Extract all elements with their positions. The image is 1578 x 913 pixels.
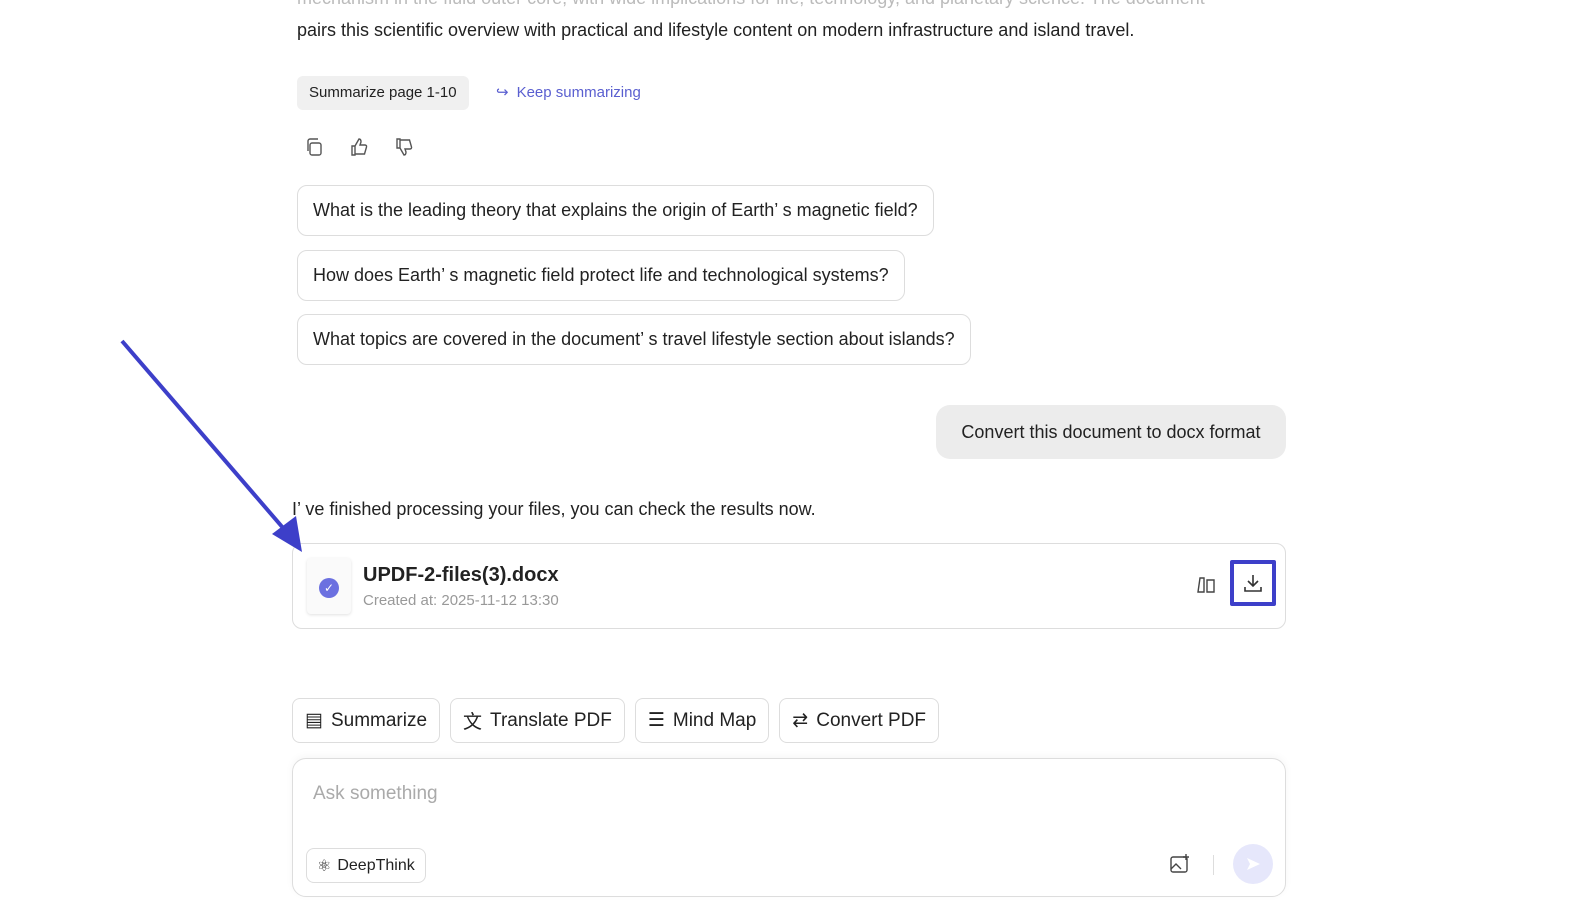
send-button[interactable] xyxy=(1233,844,1273,884)
tool-label: Mind Map xyxy=(673,710,756,732)
convert-icon: ⇄ xyxy=(792,709,808,732)
annotation-arrow xyxy=(0,0,400,600)
summary-text: pairs this scientific overview with prac… xyxy=(297,20,1134,41)
translate-icon: 文 xyxy=(463,707,482,734)
summary-text-faded: mechanism in the fluid outer core, with … xyxy=(297,0,1205,9)
redo-arrow-icon: ↪ xyxy=(496,76,509,110)
compare-icon[interactable] xyxy=(1195,574,1217,599)
download-button[interactable] xyxy=(1230,560,1276,606)
summarize-icon: ▤ xyxy=(305,709,323,732)
tool-label: Convert PDF xyxy=(816,710,926,732)
chat-input-placeholder[interactable]: Ask something xyxy=(313,783,438,805)
tool-label: Summarize xyxy=(331,710,427,732)
translate-pdf-button[interactable]: 文 Translate PDF xyxy=(450,698,625,743)
user-message: Convert this document to docx format xyxy=(936,405,1286,459)
send-icon xyxy=(1245,856,1261,872)
deepthink-toggle[interactable]: ⚛ DeepThink xyxy=(306,848,426,883)
file-result-card[interactable]: ✓ UPDF-2-files(3).docx Created at: 2025-… xyxy=(292,543,1286,629)
atom-icon: ⚛ xyxy=(317,856,331,876)
convert-pdf-button[interactable]: ⇄ Convert PDF xyxy=(779,698,939,743)
keep-summarizing-label: Keep summarizing xyxy=(517,76,641,110)
tool-label: Translate PDF xyxy=(490,710,612,732)
divider xyxy=(1213,855,1214,875)
mind-map-button[interactable]: ☰ Mind Map xyxy=(635,698,769,743)
image-upload-icon[interactable] xyxy=(1169,853,1191,880)
mind-map-icon: ☰ xyxy=(648,709,665,732)
deepthink-label: DeepThink xyxy=(337,857,414,875)
keep-summarizing-link[interactable]: ↪ Keep summarizing xyxy=(496,76,641,110)
download-icon xyxy=(1242,572,1264,594)
chat-input-box[interactable]: Ask something ⚛ DeepThink xyxy=(292,758,1286,897)
summarize-tool-button[interactable]: ▤ Summarize xyxy=(292,698,440,743)
